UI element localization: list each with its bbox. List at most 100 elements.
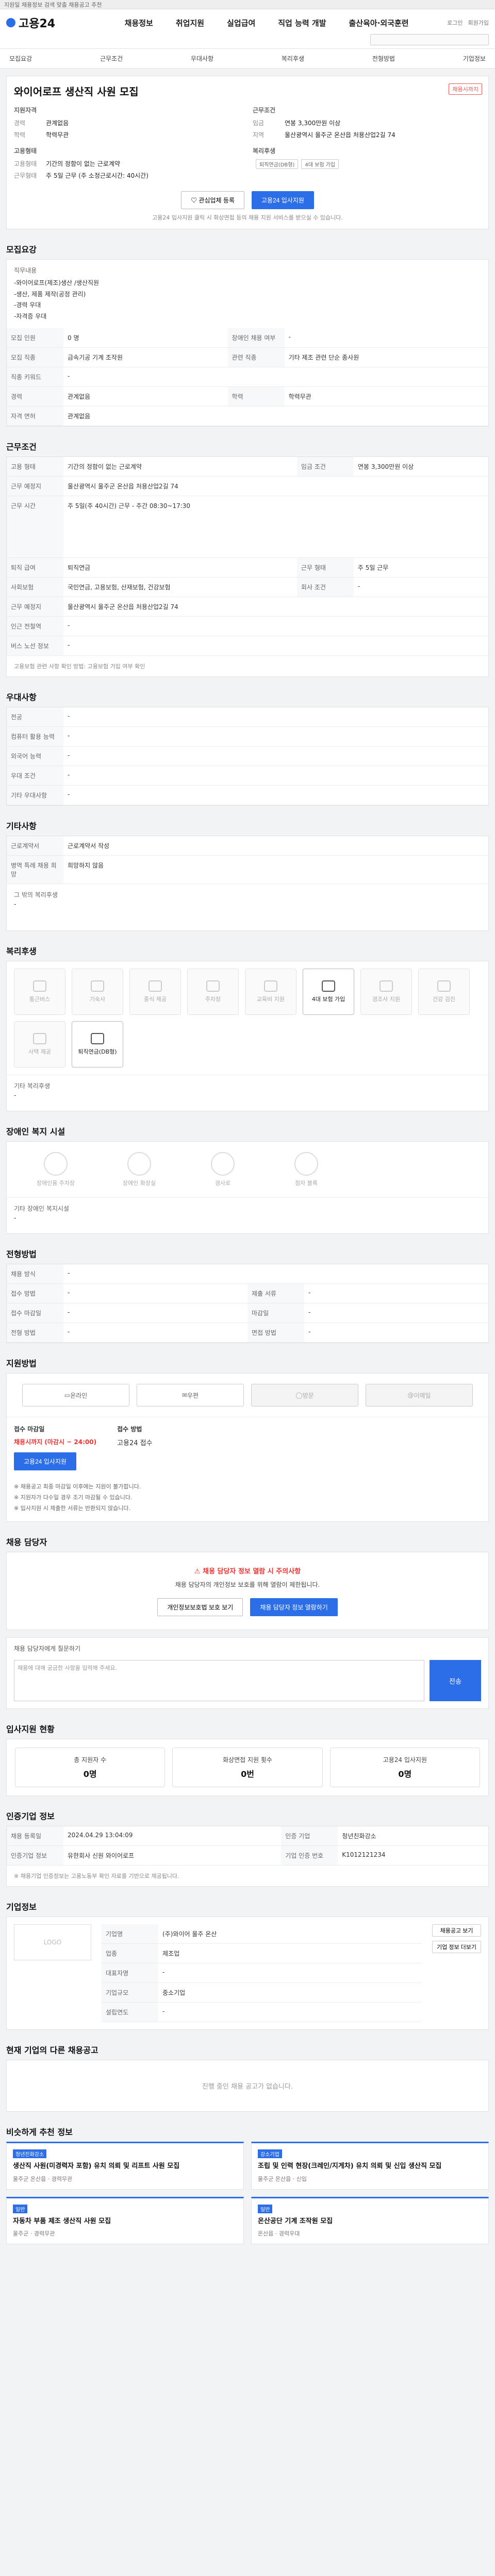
list-item[interactable]: 청년친화강소 생산직 사원(미경력자 포함) 유치 의뢰 및 리프트 사원 모집 울…	[6, 2142, 244, 2190]
table-row: 사회보험 국민연금, 고용보험, 산재보험, 건강보험 회사 조건 -	[7, 577, 488, 598]
benefit-meal: 중식 제공	[129, 969, 181, 1015]
recruit-table: 모집 인원 0 명 장애인 채용 여부 - 모집 직종 금속기공 기계 조작원 관련 직종…	[7, 328, 488, 427]
benefit-housing: 사택 제공	[14, 1021, 65, 1068]
work-title: 근무조건	[6, 442, 37, 452]
prefer-title: 우대사항	[6, 692, 37, 703]
meal-icon	[148, 980, 162, 992]
table-row: 퇴직 급여 퇴직연금 근무 형태 주 5일 근무	[7, 557, 488, 578]
screening-title: 전형방법	[6, 1249, 37, 1260]
benefit-chip: 4대 보험 가입	[301, 159, 339, 169]
same-company-title: 현재 기업의 다른 채용공고	[6, 2045, 98, 2056]
table-row: 인증기업 정보 유한회사 신원 와이어로프 기업 인증 번호 K1012121234	[7, 1845, 488, 1866]
benefit-education: 교육비 지원	[245, 969, 296, 1015]
interest-button[interactable]: ♡ 관심업체 등록	[181, 191, 244, 209]
benefit-parking: 주차장	[187, 969, 239, 1015]
tab-recruit[interactable]: 모집요강	[9, 54, 32, 63]
job-summary-card: 와이어로프 생산직 사원 모집 채용시까지 지원자격 경력 관계없음 학력 학력무관…	[6, 76, 489, 229]
list-item[interactable]: 일반 온산공단 기계 조작원 모집 온산읍 · 경력우대	[251, 2196, 489, 2245]
monitor-icon: ▭	[64, 1392, 71, 1399]
qa-textarea[interactable]: 채용에 대해 궁금한 사항을 입력해 주세요.	[14, 1660, 424, 1702]
etc-title: 기타사항	[6, 821, 37, 832]
table-row: 채용 방식 -	[7, 1264, 488, 1284]
support-title: 지원방법	[6, 1359, 37, 1369]
company-logo: LOGO	[14, 1924, 91, 1961]
benefits-heading: 복리후생	[253, 147, 276, 155]
contact-warning: ⚠ 채용 담당자 정보 열람 시 주의사항	[194, 1568, 301, 1576]
company-section: LOGO 기업명 (주)와이어 울주 온산 업종 제조업 대표자명 - 기업규모 중소기…	[6, 1917, 489, 2030]
bus-icon	[33, 980, 46, 992]
table-row: 전형 방법 - 면접 방법 -	[7, 1323, 488, 1343]
job-title: 와이어로프 생산직 사원 모집	[14, 86, 139, 98]
privacy-button[interactable]: 개인정보보호법 보호 보기	[157, 1598, 243, 1617]
nav-item-jobs[interactable]: 채용정보	[125, 18, 153, 28]
toilet-icon	[127, 1152, 151, 1176]
search-input[interactable]	[370, 34, 489, 45]
table-row: 접수 방법 - 제출 서류 -	[7, 1283, 488, 1304]
etc-table: 근로계약서 근로계약서 작성 병역 특례 채용 희망 희망하지 않음	[7, 836, 488, 885]
table-row: 외국어 능력 -	[7, 746, 488, 767]
qa-send-button[interactable]: 전송	[430, 1660, 481, 1702]
shield-icon	[322, 980, 335, 992]
tab-benefit[interactable]: 복리후생	[282, 54, 304, 63]
deadline-value: 채용시까지 (마감시 ~ 24:00)	[14, 1438, 97, 1446]
company-more-button[interactable]: 기업 정보 더보기	[432, 1941, 481, 1954]
person-icon: ◯	[295, 1392, 303, 1399]
recommend-title: 비슷하게 추천 정보	[6, 2127, 73, 2138]
health-icon	[437, 980, 451, 992]
heart-icon: ♡	[191, 197, 199, 204]
table-row: 근무 시간 주 5일(주 40시간) 근무 - 주간 08:30~17:30	[7, 496, 488, 558]
tab-prefer[interactable]: 우대사항	[191, 54, 213, 63]
nav-item-parental[interactable]: 출산육아·외국훈련	[349, 18, 409, 28]
table-row: 업종 제조업	[102, 1943, 422, 1964]
table-row: 근무 예정지 울산광역시 울주군 온산읍 처용산업2길 74	[7, 476, 488, 497]
table-row: 기타 우대사항 -	[7, 785, 488, 806]
apply-button[interactable]: 고용24 입사지원	[251, 191, 314, 209]
disabled-title: 장애인 복지 시설	[6, 1127, 65, 1137]
tab-company[interactable]: 기업정보	[463, 54, 486, 63]
stat-online: 고용24 입사지원 0명	[329, 1748, 480, 1788]
conditions-heading: 근무조건	[253, 107, 276, 114]
table-row: 컴퓨터 활용 능력 -	[7, 726, 488, 747]
building-icon	[33, 1033, 46, 1045]
gift-icon	[380, 980, 393, 992]
tab-work[interactable]: 근무조건	[100, 54, 123, 63]
nav-item-training[interactable]: 직업 능력 개발	[278, 18, 326, 28]
table-row: 근로계약서 근로계약서 작성	[7, 836, 488, 856]
table-row: 접수 마감일 - 마감일 -	[7, 1303, 488, 1324]
table-row: 근무 예정지 울산광역시 울주군 온산읍 처용산업2길 74	[7, 597, 488, 617]
view-contact-button[interactable]: 채용 담당자 정보 열람하기	[250, 1598, 338, 1617]
list-item[interactable]: 강소기업 조립 및 인력 현장(크레인/지게차) 유치 의뢰 및 신입 생산직 모…	[251, 2142, 489, 2190]
support-apply-button[interactable]: 고용24 입사지원	[14, 1452, 76, 1471]
table-row: 병역 특례 채용 희망 희망하지 않음	[7, 855, 488, 885]
benefit-insurance: 4대 보험 가입	[303, 969, 354, 1015]
support-section: ▭ 온라인 ✉ 우편 ◯ 방문 @ 이메일 접수 마감일 채용시까지 (마감시 …	[6, 1373, 489, 1522]
work-table: 고용 형태 기간의 정함이 없는 근로계약 임금 조건 연봉 3,300만원 이상 근…	[7, 457, 488, 656]
benefit-title: 복리후생	[6, 946, 37, 957]
stats-title: 입사지원 현황	[6, 1724, 55, 1735]
nav-item-support[interactable]: 취업지원	[176, 18, 204, 28]
stat-total: 총 지원자 수 0명	[15, 1748, 166, 1788]
contact-title: 채용 담당자	[6, 1537, 47, 1548]
benefit-chip: 퇴직연금(DB형)	[256, 159, 299, 169]
tab-screening[interactable]: 전형방법	[372, 54, 395, 63]
list-item[interactable]: 일반 자동차 부품 제조 생산직 사원 모집 울주군 · 경력무관	[6, 2196, 244, 2245]
stat-video: 화상면접 지원 횟수 0번	[172, 1748, 323, 1788]
disabled-section: 장애인용 주차장 장애인 화장실 경사로 점자 블록 기타 장애인 복지시설 -	[6, 1141, 489, 1234]
login-link[interactable]: 로그인	[447, 19, 463, 27]
benefit-bus: 통근버스	[14, 969, 65, 1015]
work-section: 고용 형태 기간의 정함이 없는 근로계약 임금 조건 연봉 3,300만원 이상 근…	[6, 456, 489, 677]
work-footnote: 고용보험 관련 사항 확인 방법: 고용보험 가입 여부 확인	[14, 663, 145, 670]
support-mail[interactable]: ✉ 우편	[137, 1384, 244, 1407]
join-link[interactable]: 회원가입	[468, 19, 489, 27]
apply-note: 고용24 입사지원 클릭 시 화상면접 등의 채용 지원 서비스를 받으실 수 …	[152, 214, 343, 221]
table-row: 우대 조건 -	[7, 766, 488, 786]
prefer-table: 전공 - 컴퓨터 활용 능력 - 외국어 능력 - 우대 조건 - 기타 우대사항 -	[7, 707, 488, 806]
site-logo[interactable]: 고용24	[6, 14, 55, 31]
disabled-braille: 점자 블록	[273, 1152, 340, 1187]
support-email: @ 이메일	[366, 1384, 473, 1407]
prefer-section: 전공 - 컴퓨터 활용 능력 - 외국어 능력 - 우대 조건 - 기타 우대사항 -	[6, 707, 489, 806]
nav-item-unemployment[interactable]: 실업급여	[227, 18, 255, 28]
support-online[interactable]: ▭ 온라인	[22, 1384, 129, 1407]
table-row: 경력 관계없음 학력 학력무관	[7, 386, 488, 407]
company-jobs-button[interactable]: 채용공고 보기	[432, 1924, 481, 1937]
